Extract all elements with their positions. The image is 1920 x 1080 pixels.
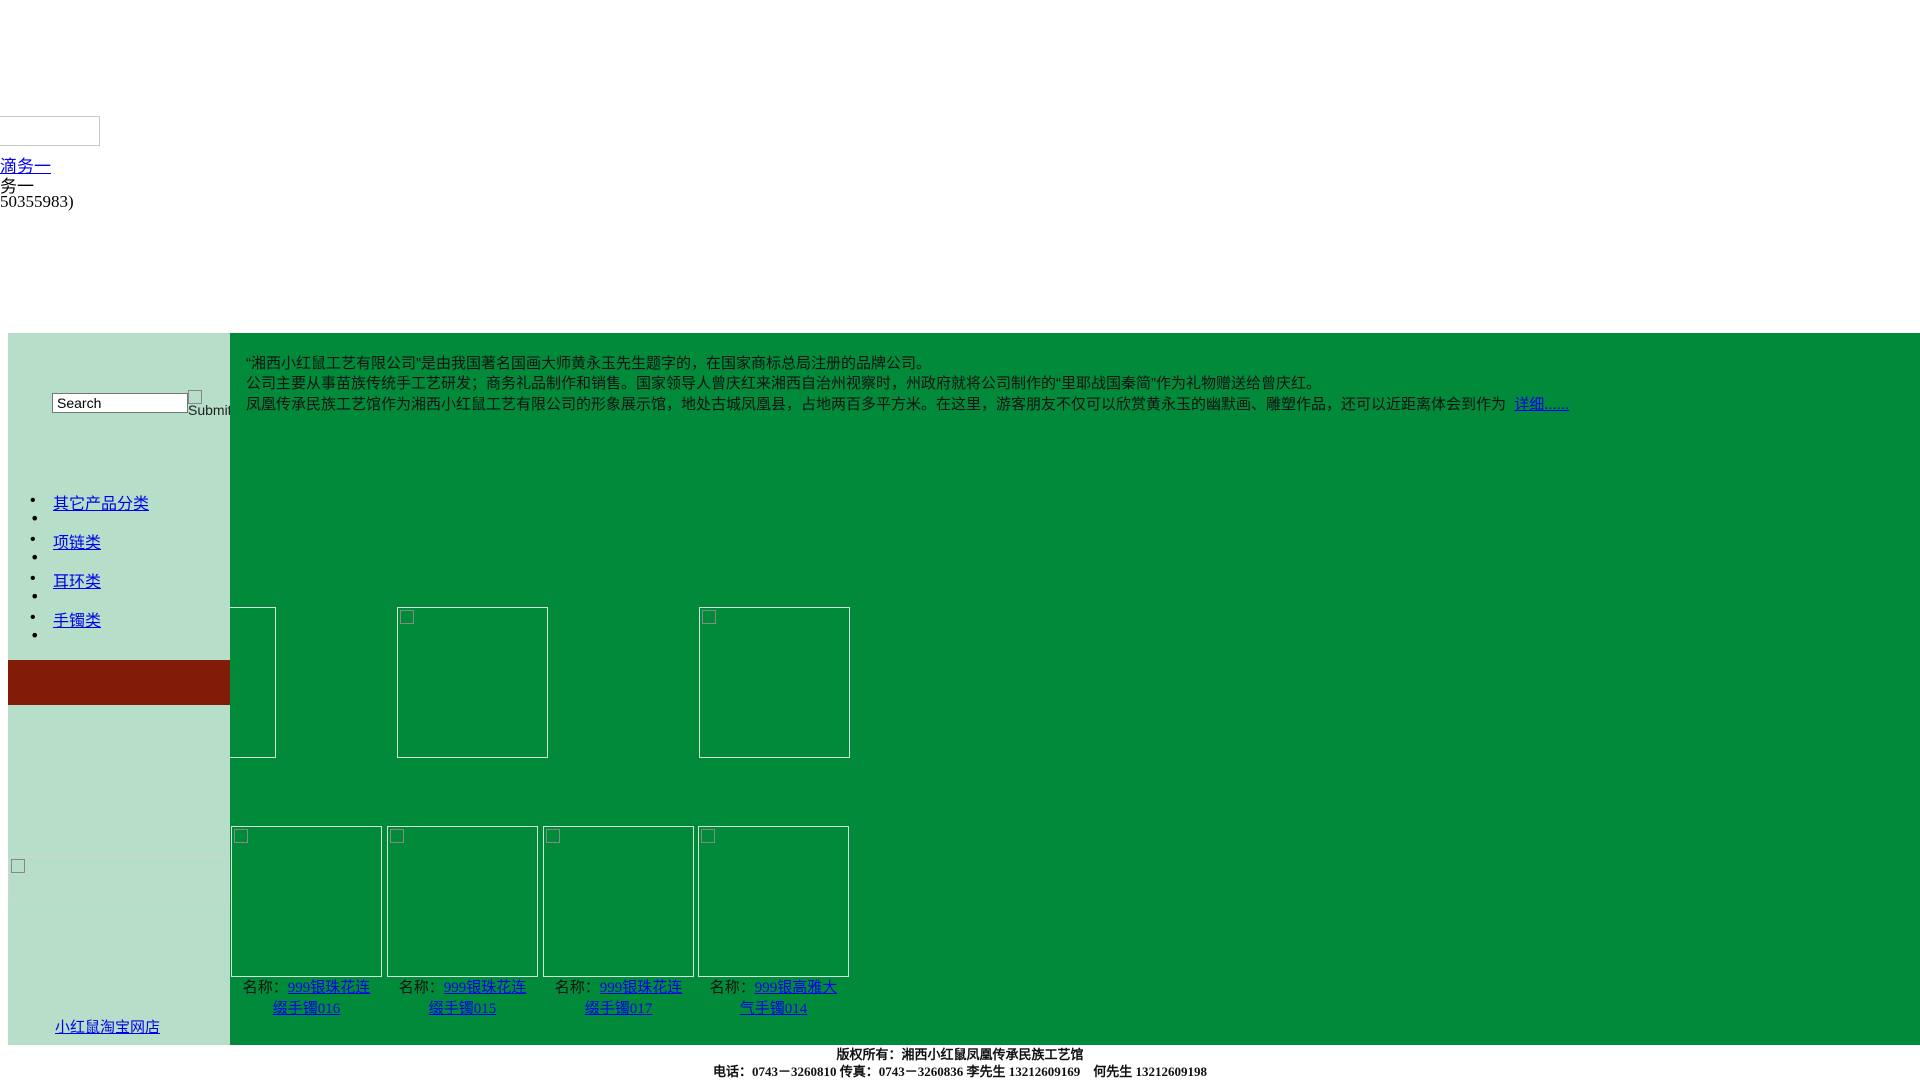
product-image[interactable] — [543, 826, 694, 977]
product-caption: 名称：999银珠花连 缀手镯015 — [387, 978, 538, 1020]
sidebar-item-label[interactable]: 其它产品分类 — [53, 490, 149, 514]
product-name-link[interactable]: 缀手镯016 — [273, 1001, 341, 1017]
broken-image-icon — [234, 829, 248, 843]
product-caption: 名称：999银珠花连 缀手镯016 — [231, 978, 382, 1020]
bullet-icon: • — [30, 492, 36, 509]
top-text-input[interactable] — [0, 116, 100, 146]
product-caption: 名称：999银珠花连 缀手镯017 — [543, 978, 694, 1020]
bullet-icon: • — [30, 587, 40, 606]
intro-text: 凤凰传承民族工艺馆作为湘西小红鼠工艺有限公司的形象展示馆，地处古城凤凰县，占地两… — [246, 396, 1507, 413]
product-label: 名称： — [709, 980, 755, 996]
broken-image-icon — [546, 829, 560, 843]
product-name-link[interactable]: 999银珠花连 — [600, 980, 683, 996]
more-link[interactable]: 详细...... — [1514, 396, 1569, 413]
product-name-link[interactable]: 999银高雅大 — [755, 980, 838, 996]
product-name-link[interactable]: 气手镯014 — [740, 1001, 808, 1017]
submit-button[interactable]: Submit — [188, 390, 230, 420]
footer-contact: 电话：0743－3260810 传真：0743－3260836 李先生 1321… — [712, 1064, 1207, 1079]
footer: 版权所有：湘西小红鼠凤凰传承民族工艺馆 电话：0743－3260810 传真：0… — [0, 1046, 1920, 1080]
bullet-icon: • — [30, 509, 40, 528]
broken-image-icon — [701, 829, 715, 843]
product-label: 名称： — [554, 980, 600, 996]
intro-line-3: 凤凰传承民族工艺馆作为湘西小红鼠工艺有限公司的形象展示馆，地处古城凤凰县，占地两… — [246, 393, 1569, 414]
intro-line-1: “湘西小红鼠工艺有限公司”是由我国著名国画大师黄永玉先生题字的，在国家商标总局注… — [246, 355, 931, 372]
submit-label: Submit — [188, 402, 230, 418]
sidebar-item-label[interactable]: 手镯类 — [53, 607, 101, 631]
product-image[interactable] — [387, 826, 538, 977]
top-phone-text: 50355983) — [0, 192, 74, 211]
intro-line-2: 公司主要从事苗族传统手工艺研发；商务礼品制作和销售。国家领导人曾庆红来湘西自治州… — [246, 375, 1321, 392]
bullet-icon: • — [30, 609, 36, 626]
bullet-icon: • — [30, 531, 36, 548]
product-caption: 名称：999银高雅大 气手镯014 — [698, 978, 849, 1020]
product-image[interactable] — [699, 607, 850, 758]
sidebar-banner-image — [8, 856, 230, 901]
bullet-icon: • — [30, 548, 40, 567]
sidebar-red-banner — [8, 660, 230, 705]
product-image[interactable] — [397, 607, 548, 758]
product-image[interactable] — [698, 826, 849, 977]
product-image[interactable] — [231, 826, 382, 977]
bullet-icon: • — [30, 570, 36, 587]
broken-image-icon — [390, 829, 404, 843]
product-name-link[interactable]: 缀手镯017 — [585, 1001, 653, 1017]
product-name-link[interactable]: 999银珠花连 — [444, 980, 527, 996]
sidebar-item-label[interactable]: 耳环类 — [53, 568, 101, 592]
broken-image-icon — [11, 859, 25, 873]
footer-copyright: 版权所有：湘西小红鼠凤凰传承民族工艺馆 — [836, 1047, 1084, 1062]
product-name-link[interactable]: 999银珠花连 — [288, 980, 371, 996]
broken-image-icon — [702, 610, 716, 624]
product-image[interactable] — [230, 607, 276, 758]
product-label: 名称： — [242, 980, 288, 996]
broken-image-icon — [400, 610, 414, 624]
sidebar-item-label[interactable]: 项链类 — [53, 529, 101, 553]
product-label: 名称： — [398, 980, 444, 996]
bullet-icon: • — [30, 626, 40, 645]
product-name-link[interactable]: 缀手镯015 — [429, 1001, 497, 1017]
taobao-shop-link[interactable]: 小红鼠淘宝网店 — [55, 1016, 160, 1037]
search-input[interactable] — [52, 393, 188, 413]
main-content: “湘西小红鼠工艺有限公司”是由我国著名国画大师黄永玉先生题字的，在国家商标总局注… — [230, 333, 1920, 1045]
